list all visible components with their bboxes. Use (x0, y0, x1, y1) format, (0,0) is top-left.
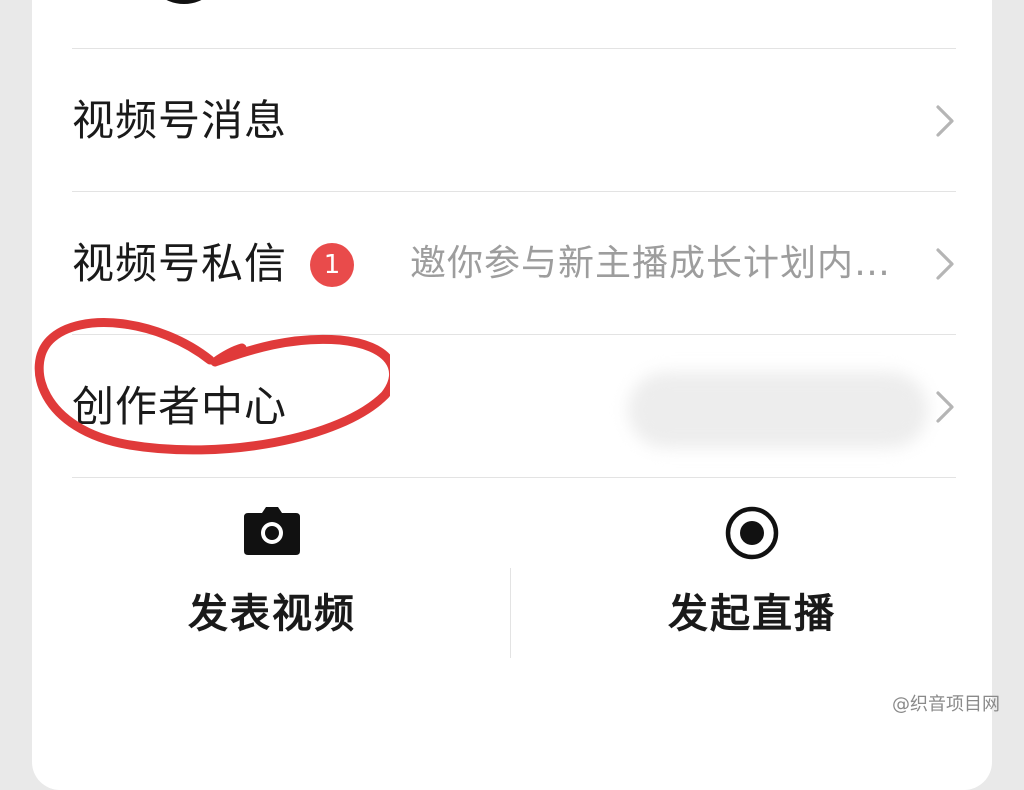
divider (72, 191, 956, 192)
chevron-right-icon (936, 105, 954, 137)
action-separator (510, 568, 511, 658)
message-preview: 邀你参与新主播成长计划内… (410, 243, 892, 284)
divider (72, 48, 956, 49)
row-label: 创作者中心 (72, 382, 288, 431)
publish-video-button[interactable]: 发表视频 (52, 505, 492, 665)
publish-video-label: 发表视频 (188, 591, 356, 637)
row-creator-center[interactable]: 创作者中心 (32, 336, 992, 478)
unread-badge: 1 (310, 243, 354, 287)
row-label: 视频号消息 (72, 96, 288, 145)
avatar[interactable] (144, 0, 224, 4)
camera-icon (244, 507, 300, 555)
start-live-button[interactable]: 发起直播 (532, 505, 972, 665)
watermark: @织音项目网 (892, 694, 1000, 715)
menu-card: 视频号消息 视频号私信 1 邀你参与新主播成长计划内… 创作者中心 发表视频 发… (32, 0, 992, 790)
start-live-label: 发起直播 (668, 591, 836, 637)
divider (72, 477, 956, 478)
divider (72, 334, 956, 335)
row-channels-messages[interactable]: 视频号消息 (32, 50, 992, 192)
row-channels-private-messages[interactable]: 视频号私信 1 邀你参与新主播成长计划内… (32, 193, 992, 335)
chevron-right-icon (936, 248, 954, 280)
record-icon (725, 506, 779, 560)
chevron-right-icon (936, 391, 954, 423)
row-label: 视频号私信 (72, 239, 288, 288)
blurred-redaction (628, 372, 928, 448)
